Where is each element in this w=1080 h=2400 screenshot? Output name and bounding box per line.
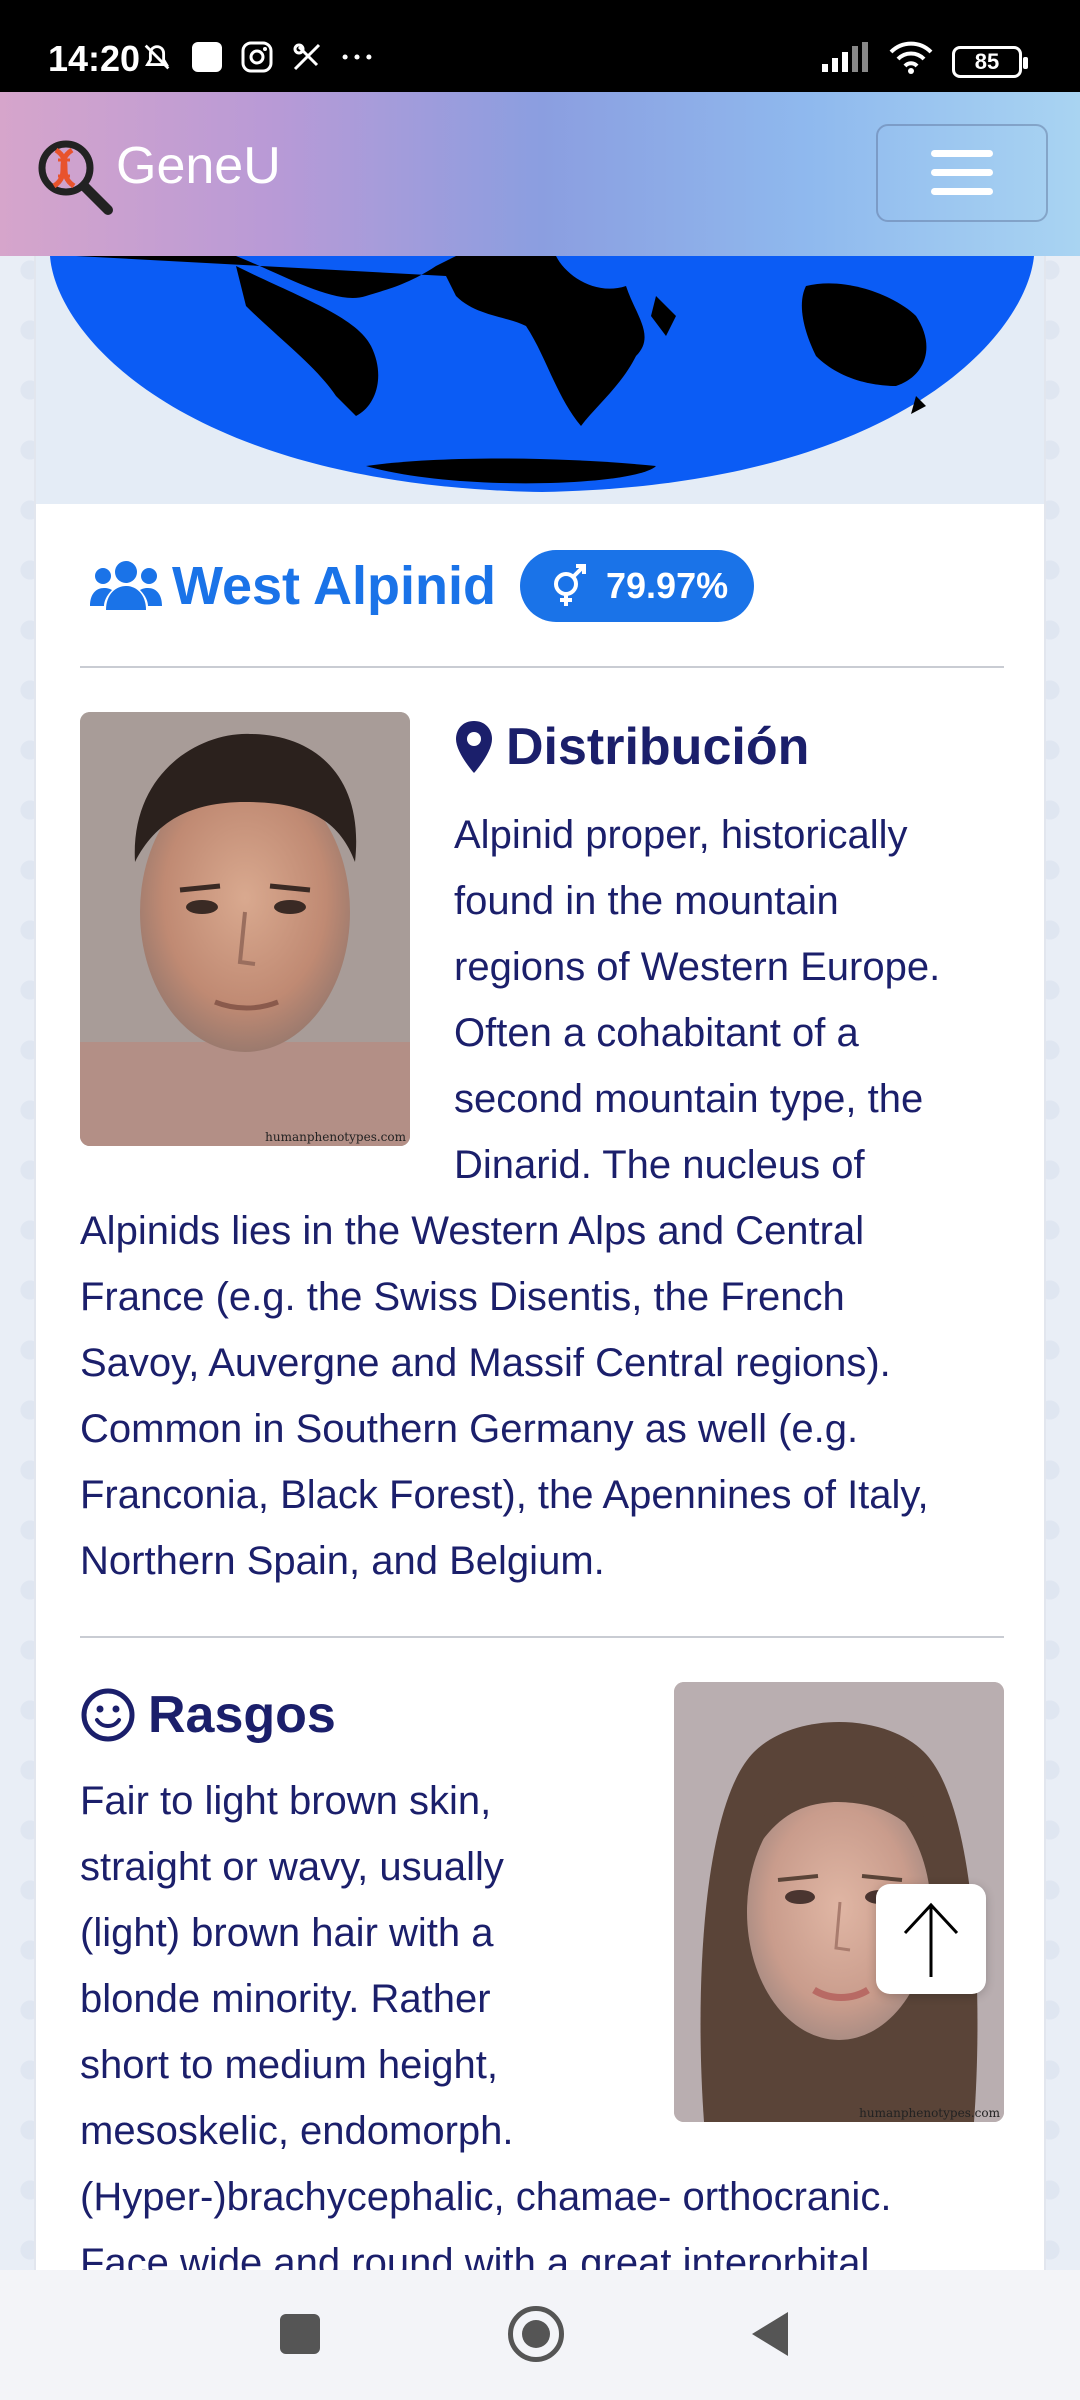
status-bar: 14:20 85	[0, 0, 1080, 92]
menu-toggle-button[interactable]	[876, 124, 1048, 222]
notification-icons	[140, 40, 374, 74]
map-pin-icon	[456, 721, 492, 773]
users-icon	[90, 558, 162, 614]
distribution-heading: Distribución	[454, 712, 809, 782]
hamburger-menu-icon	[931, 150, 993, 196]
section-divider	[80, 666, 1004, 668]
distribution-heading-text: Distribución	[506, 718, 810, 776]
traits-line: Fair to light brown skin,	[80, 1779, 492, 1823]
signal-icon	[820, 40, 870, 83]
traits-heading: Rasgos	[80, 1680, 336, 1750]
more-icon	[340, 40, 374, 74]
traits-line: blonde minority. Rather	[80, 1977, 491, 2021]
distribution-line: second mountain type, the	[454, 1077, 924, 1121]
distribution-line: Franconia, Black Forest), the Apennines …	[80, 1473, 929, 1517]
home-button[interactable]	[508, 2306, 564, 2362]
scroll-to-top-button[interactable]	[876, 1884, 986, 1994]
recent-apps-button[interactable]	[280, 2314, 320, 2354]
distribution-text-wrap: Alpinid proper, historically found in th…	[454, 802, 940, 1198]
distribution-line: found in the mountain	[454, 879, 839, 923]
distribution-line: Alpinids lies in the Western Alps and Ce…	[80, 1209, 865, 1253]
distribution-line: France (e.g. the Swiss Disentis, the Fre…	[80, 1275, 845, 1319]
mute-alarm-icon	[140, 40, 174, 74]
traits-line: straight or wavy, usually	[80, 1845, 504, 1889]
arrow-up-icon	[903, 1902, 959, 1977]
smile-icon	[81, 1688, 135, 1742]
instagram-icon	[240, 40, 274, 74]
brand-name[interactable]: GeneU	[116, 136, 281, 196]
system-navigation-bar	[0, 2270, 1080, 2400]
distribution-line: Common in Southern Germany as well (e.g.	[80, 1407, 859, 1451]
app-square-icon	[190, 40, 224, 74]
battery-indicator: 85	[952, 45, 1028, 78]
tools-icon	[290, 40, 324, 74]
status-time: 14:20	[48, 38, 141, 79]
traits-line: Face wide and round with a great interor…	[80, 2241, 870, 2270]
distribution-line: Alpinid proper, historically	[454, 813, 908, 857]
system-icons: 85	[820, 40, 1028, 83]
distribution-line: regions of Western Europe.	[454, 945, 941, 989]
dna-magnifier-icon[interactable]	[34, 136, 114, 216]
percentage-value: 79.97%	[606, 565, 729, 606]
traits-line: short to medium height,	[80, 2043, 498, 2087]
male-phenotype-image: humanphenotypes.com	[80, 712, 410, 1146]
distribution-line: Dinarid. The nucleus of	[454, 1143, 865, 1187]
traits-heading-text: Rasgos	[148, 1686, 336, 1744]
world-map	[36, 256, 1044, 504]
back-button[interactable]	[752, 2312, 788, 2356]
traits-line: mesoskelic, endomorph.	[80, 2109, 514, 2153]
app-header: GeneU	[0, 92, 1080, 256]
distribution-line: Savoy, Auvergne and Massif Central regio…	[80, 1341, 891, 1385]
phenotype-title-row: West Alpinid 79.97%	[90, 546, 755, 626]
section-divider	[80, 1636, 1004, 1638]
phenotype-name: West Alpinid	[172, 556, 496, 616]
wifi-icon	[888, 40, 934, 83]
distribution-line: Often a cohabitant of a	[454, 1011, 859, 1055]
distribution-text-full: Alpinids lies in the Western Alps and Ce…	[80, 1198, 929, 1594]
traits-text-wrap: Fair to light brown skin, straight or wa…	[80, 1768, 891, 2270]
match-percentage-badge: 79.97%	[520, 550, 755, 622]
mars-venus-icon	[554, 564, 586, 606]
image-watermark: humanphenotypes.com	[265, 1130, 406, 1144]
traits-line: (light) brown hair with a	[80, 1911, 494, 1955]
distribution-line: Northern Spain, and Belgium.	[80, 1539, 605, 1583]
traits-line: (Hyper-)brachycephalic, chamae- orthocra…	[80, 2175, 892, 2219]
